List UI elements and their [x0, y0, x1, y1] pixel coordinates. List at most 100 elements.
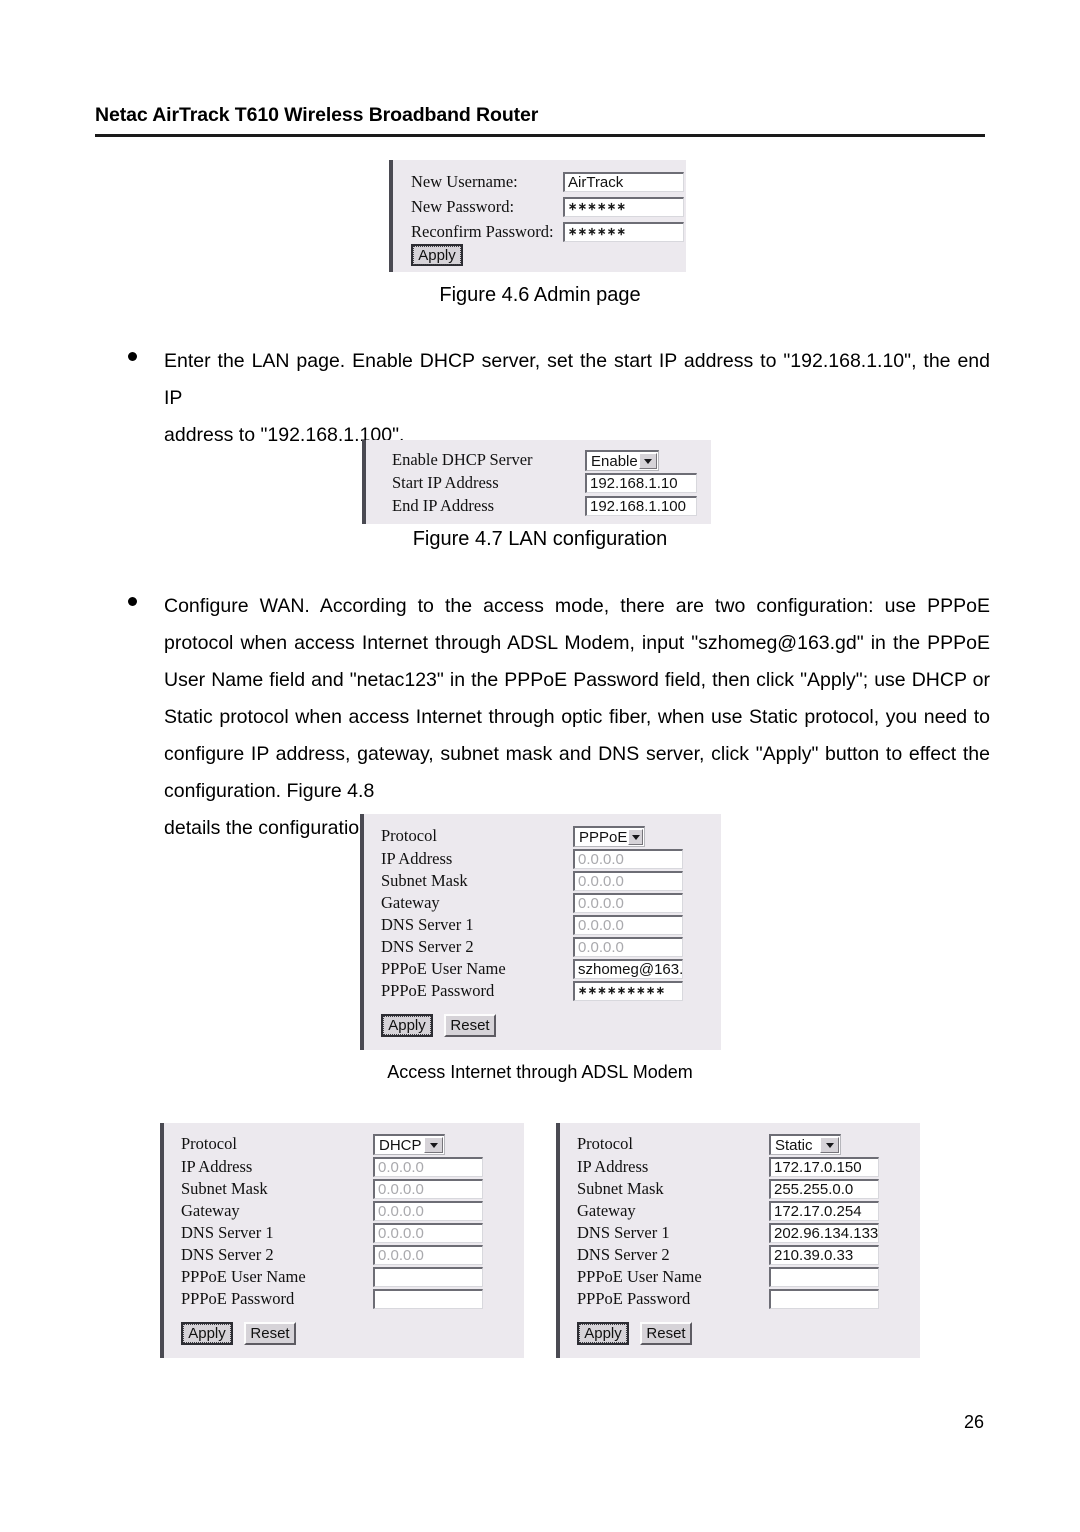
- pppoe-input-dns-server-2[interactable]: 0.0.0.0: [573, 937, 683, 957]
- static-reset-button[interactable]: Reset: [640, 1322, 692, 1345]
- pppoe-row-dns-server-1: DNS Server 1 0.0.0.0: [381, 915, 721, 935]
- static-input-dns-server-1[interactable]: 202.96.134.133: [769, 1223, 879, 1243]
- static-input-user-name[interactable]: [769, 1267, 879, 1287]
- admin-label-reconfirm-password: Reconfirm Password:: [411, 221, 554, 241]
- bullet-configure-wan: Configure WAN. According to the access m…: [128, 588, 990, 847]
- pppoe-label-gateway: Gateway: [381, 892, 440, 912]
- dhcp-input-gateway[interactable]: 0.0.0.0: [373, 1201, 483, 1221]
- static-row-user-name: PPPoE User Name: [577, 1267, 920, 1287]
- lan-select-enable-dhcp-value: Enable: [591, 452, 638, 470]
- wan-pppoe-form: Protocol PPPoE IP Address 0.0.0.0 Subnet…: [360, 814, 721, 1050]
- dhcp-input-password[interactable]: [373, 1289, 483, 1309]
- static-input-subnet-mask[interactable]: 255.255.0.0: [769, 1179, 879, 1199]
- lan-input-end-ip[interactable]: 192.168.1.100: [585, 496, 697, 516]
- chevron-down-icon[interactable]: [424, 1137, 443, 1153]
- static-label-password: PPPoE Password: [577, 1288, 691, 1308]
- static-row-dns-server-2: DNS Server 2 210.39.0.33: [577, 1245, 920, 1265]
- static-row-password: PPPoE Password: [577, 1289, 920, 1309]
- admin-input-new-username[interactable]: AirTrack: [563, 172, 684, 192]
- static-input-dns-server-2[interactable]: 210.39.0.33: [769, 1245, 879, 1265]
- dhcp-label-password: PPPoE Password: [181, 1288, 295, 1308]
- pppoe-select-protocol-value: PPPoE: [579, 828, 628, 846]
- pppoe-apply-button[interactable]: Apply: [381, 1014, 433, 1037]
- bullet-lan-text: Enter the LAN page. Enable DHCP server, …: [164, 343, 990, 454]
- dhcp-input-ip-address[interactable]: 0.0.0.0: [373, 1157, 483, 1177]
- admin-input-new-password[interactable]: ∗∗∗∗∗∗: [563, 197, 684, 217]
- pppoe-label-password: PPPoE Password: [381, 980, 495, 1000]
- static-input-gateway[interactable]: 172.17.0.254: [769, 1201, 879, 1221]
- pppoe-input-gateway[interactable]: 0.0.0.0: [573, 893, 683, 913]
- wan-dhcp-form: Protocol DHCP IP Address 0.0.0.0 Subnet …: [160, 1123, 524, 1358]
- pppoe-input-ip-address[interactable]: 0.0.0.0: [573, 849, 683, 869]
- lan-configuration-form: Enable DHCP Server Enable Start IP Addre…: [362, 440, 711, 524]
- static-label-gateway: Gateway: [577, 1200, 636, 1220]
- static-button-row: Apply Reset: [577, 1322, 920, 1345]
- bullet-wan-text: Configure WAN. According to the access m…: [164, 588, 990, 847]
- pppoe-select-protocol[interactable]: PPPoE: [573, 826, 645, 847]
- static-apply-button[interactable]: Apply: [577, 1322, 629, 1345]
- pppoe-row-gateway: Gateway 0.0.0.0: [381, 893, 721, 913]
- chevron-down-icon[interactable]: [638, 453, 657, 469]
- static-apply-label: Apply: [579, 1324, 627, 1343]
- pppoe-row-password: PPPoE Password ∗∗∗∗∗∗∗∗∗: [381, 981, 721, 1001]
- bullet-lan-page: Enter the LAN page. Enable DHCP server, …: [128, 343, 990, 454]
- static-label-user-name: PPPoE User Name: [577, 1266, 702, 1286]
- pppoe-label-ip-address: IP Address: [381, 848, 453, 868]
- dhcp-input-user-name[interactable]: [373, 1267, 483, 1287]
- static-reset-label: Reset: [646, 1325, 686, 1342]
- wan-pppoe-caption: Access Internet through ADSL Modem: [387, 1062, 693, 1082]
- bullet-dot-icon: [128, 597, 137, 606]
- dhcp-select-protocol-value: DHCP: [379, 1136, 422, 1154]
- dhcp-row-password: PPPoE Password: [181, 1289, 524, 1309]
- pppoe-input-user-name[interactable]: szhomeg@163.gd: [573, 959, 683, 979]
- bullet-dot-icon: [128, 352, 137, 361]
- pppoe-input-dns-server-1[interactable]: 0.0.0.0: [573, 915, 683, 935]
- admin-page-form: New Username: AirTrack New Password: ∗∗∗…: [389, 160, 686, 272]
- dhcp-reset-button[interactable]: Reset: [244, 1322, 296, 1345]
- dhcp-select-protocol[interactable]: DHCP: [373, 1134, 445, 1155]
- pppoe-label-dns-server-2: DNS Server 2: [381, 936, 474, 956]
- dhcp-row-dns-server-1: DNS Server 1 0.0.0.0: [181, 1223, 524, 1243]
- lan-select-enable-dhcp[interactable]: Enable: [585, 450, 659, 471]
- dhcp-row-dns-server-2: DNS Server 2 0.0.0.0: [181, 1245, 524, 1265]
- dhcp-input-subnet-mask[interactable]: 0.0.0.0: [373, 1179, 483, 1199]
- admin-input-reconfirm-password[interactable]: ∗∗∗∗∗∗: [563, 222, 684, 242]
- static-label-protocol: Protocol: [577, 1134, 633, 1154]
- admin-apply-button[interactable]: Apply: [411, 244, 463, 266]
- dhcp-apply-button[interactable]: Apply: [181, 1322, 233, 1345]
- dhcp-button-row: Apply Reset: [181, 1322, 524, 1345]
- pppoe-reset-button[interactable]: Reset: [444, 1014, 496, 1037]
- dhcp-input-dns-server-2[interactable]: 0.0.0.0: [373, 1245, 483, 1265]
- static-select-protocol[interactable]: Static: [769, 1134, 841, 1155]
- dhcp-row-subnet-mask: Subnet Mask 0.0.0.0: [181, 1179, 524, 1199]
- static-input-password[interactable]: [769, 1289, 879, 1309]
- lan-label-enable-dhcp: Enable DHCP Server: [392, 450, 533, 470]
- pppoe-row-user-name: PPPoE User Name szhomeg@163.gd: [381, 959, 721, 979]
- static-label-subnet-mask: Subnet Mask: [577, 1178, 664, 1198]
- admin-row-new-password: New Password: ∗∗∗∗∗∗: [411, 197, 686, 217]
- pppoe-button-row: Apply Reset: [381, 1014, 721, 1037]
- chevron-down-icon[interactable]: [628, 829, 643, 845]
- dhcp-row-user-name: PPPoE User Name: [181, 1267, 524, 1287]
- static-row-gateway: Gateway 172.17.0.254: [577, 1201, 920, 1221]
- lan-row-end-ip: End IP Address 192.168.1.100: [392, 496, 711, 516]
- dhcp-input-dns-server-1[interactable]: 0.0.0.0: [373, 1223, 483, 1243]
- pppoe-input-password[interactable]: ∗∗∗∗∗∗∗∗∗: [573, 981, 683, 1001]
- page-number: 26: [963, 1412, 984, 1432]
- static-label-dns-server-1: DNS Server 1: [577, 1222, 670, 1242]
- static-input-ip-address[interactable]: 172.17.0.150: [769, 1157, 879, 1177]
- admin-label-new-username: New Username:: [411, 171, 518, 191]
- static-label-dns-server-2: DNS Server 2: [577, 1244, 670, 1264]
- figure-4-7-caption: Figure 4.7 LAN configuration: [412, 528, 668, 550]
- lan-label-end-ip: End IP Address: [392, 495, 495, 515]
- lan-input-start-ip[interactable]: 192.168.1.10: [585, 473, 697, 493]
- admin-row-reconfirm-password: Reconfirm Password: ∗∗∗∗∗∗: [411, 222, 686, 242]
- dhcp-label-user-name: PPPoE User Name: [181, 1266, 306, 1286]
- chevron-down-icon[interactable]: [820, 1137, 839, 1153]
- dhcp-label-dns-server-1: DNS Server 1: [181, 1222, 274, 1242]
- admin-row-new-username: New Username: AirTrack: [411, 172, 686, 192]
- pppoe-input-subnet-mask[interactable]: 0.0.0.0: [573, 871, 683, 891]
- pppoe-label-user-name: PPPoE User Name: [381, 958, 506, 978]
- pppoe-label-dns-server-1: DNS Server 1: [381, 914, 474, 934]
- pppoe-apply-label: Apply: [383, 1016, 431, 1035]
